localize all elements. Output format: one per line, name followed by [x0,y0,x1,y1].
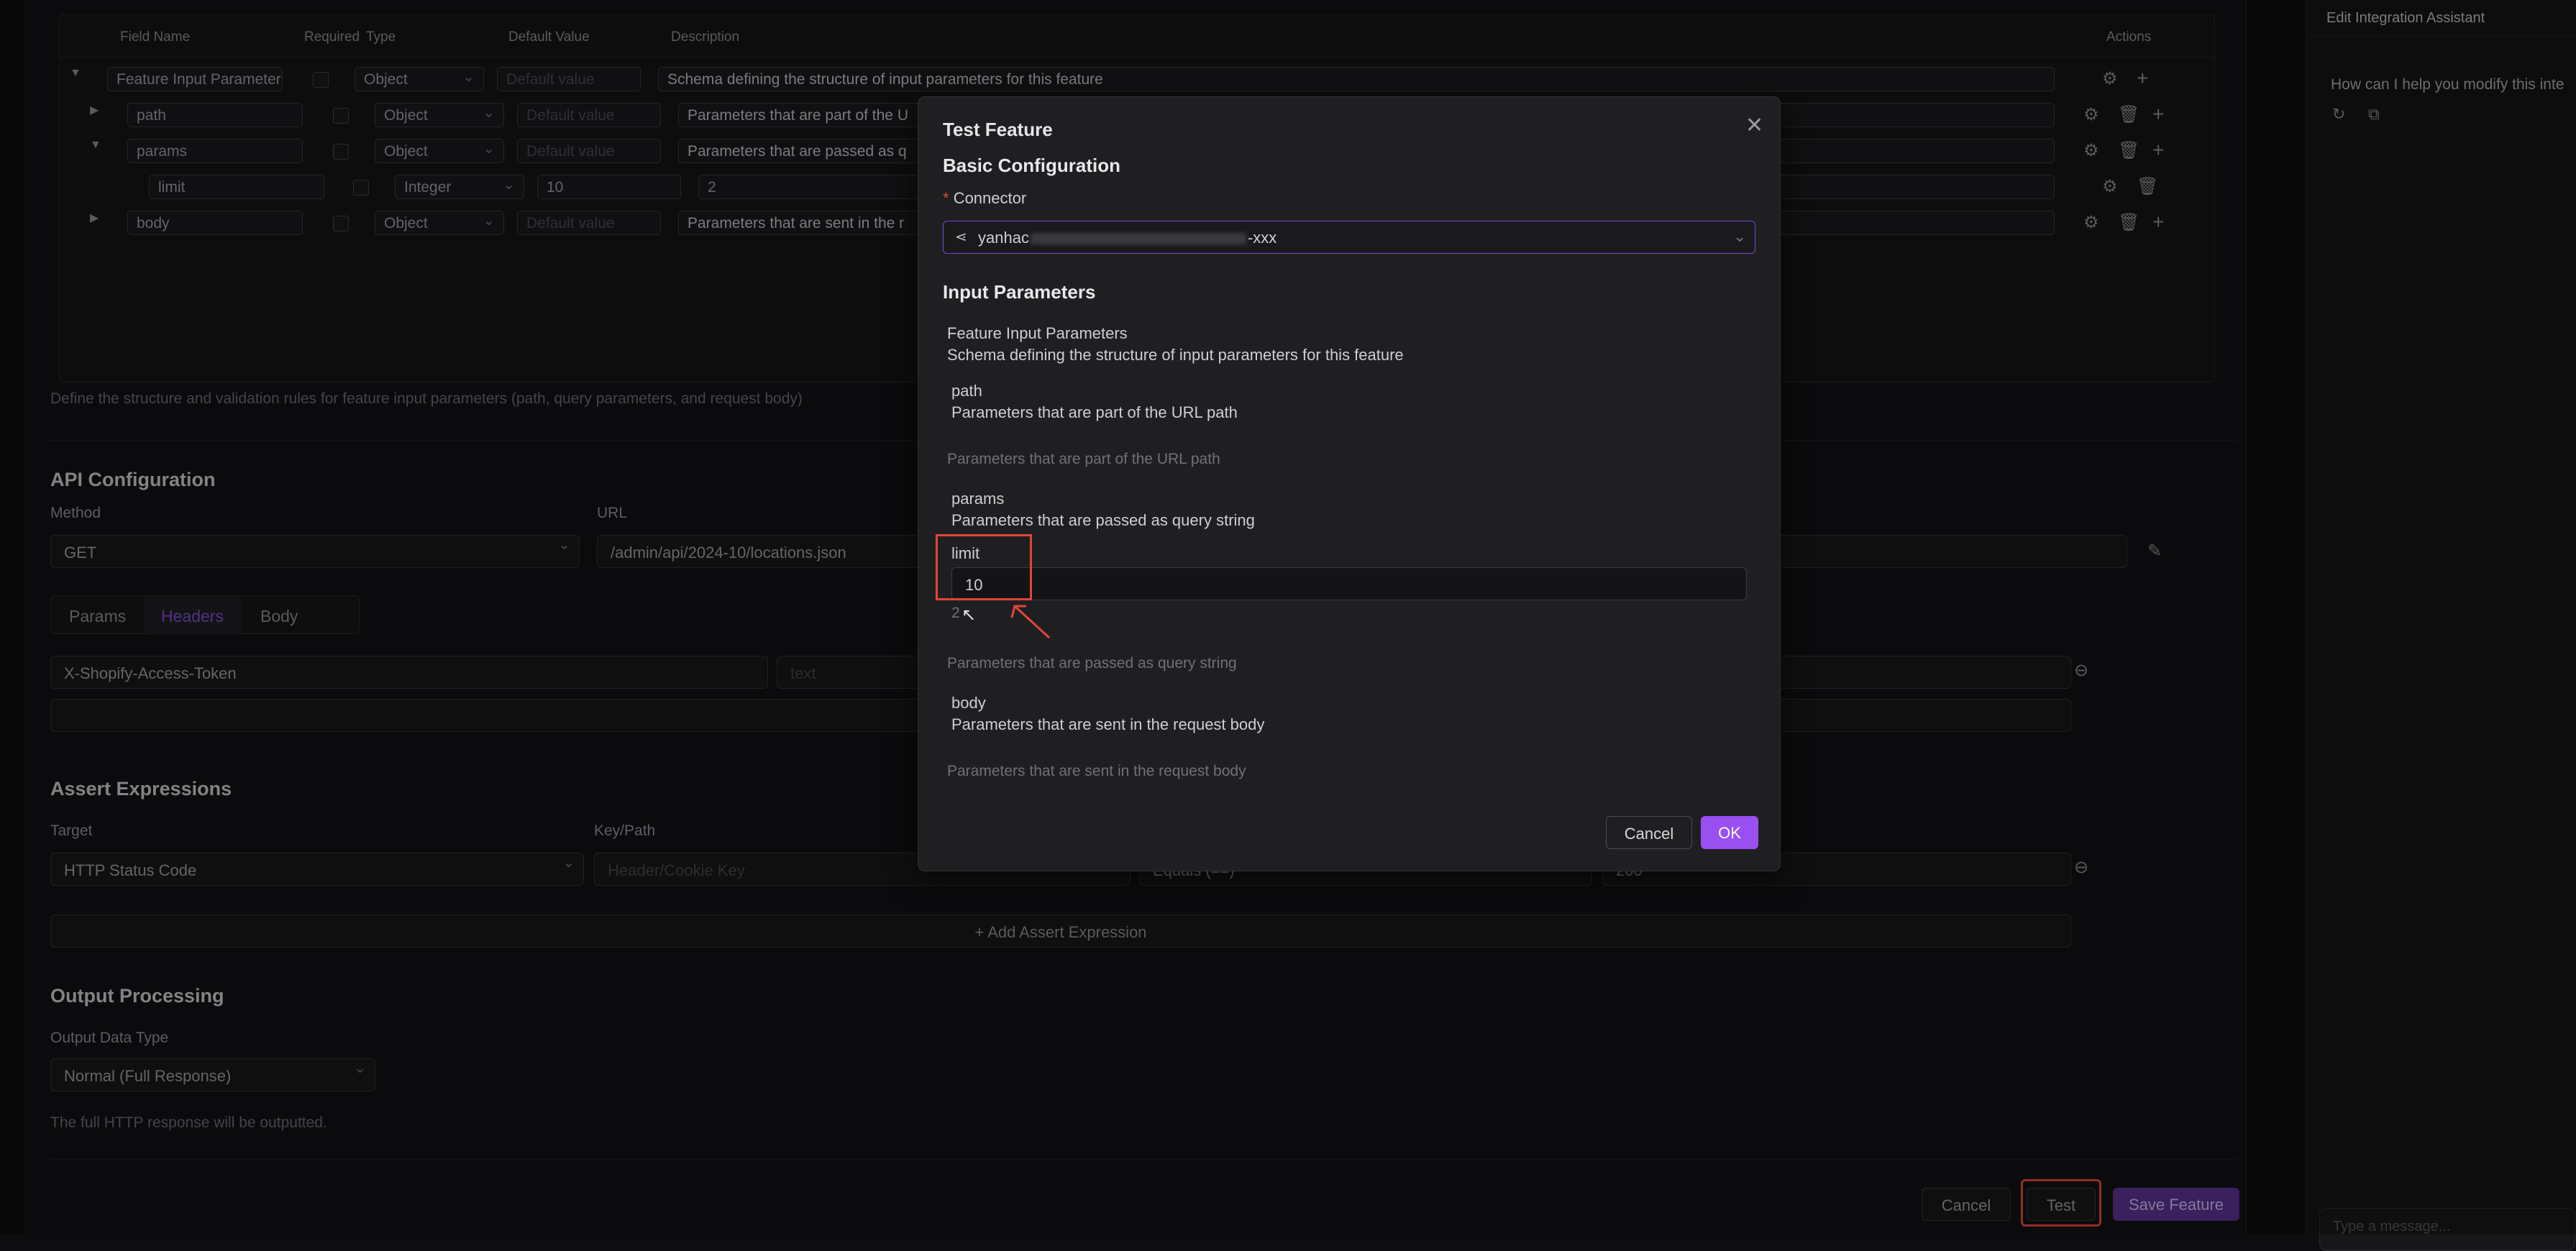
params-param-desc: Parameters that are passed as query stri… [951,511,1255,529]
chevron-down-icon: ⌄ [1733,227,1747,245]
share-icon: ⋖ [955,229,967,245]
modal-title: Test Feature [943,119,1053,140]
root-param-desc: Schema defining the structure of input p… [947,346,1404,364]
basic-config-title: Basic Configuration [943,155,1121,176]
test-feature-modal: Test Feature ✕ Basic Configuration * Con… [918,96,1781,871]
body-help-text: Parameters that are sent in the request … [947,763,1246,779]
path-param-name: path [951,382,982,400]
limit-highlight [936,534,1032,600]
body-param-name: body [951,694,986,712]
red-arrow-icon [1010,605,1051,639]
params-param-name: params [951,490,1005,508]
root-param-name: Feature Input Parameters [947,324,1128,342]
body-param-desc: Parameters that are sent in the request … [951,715,1265,733]
modal-cancel-button[interactable]: Cancel [1606,816,1692,849]
close-icon[interactable]: ✕ [1745,113,1763,138]
path-help-text: Parameters that are part of the URL path [947,451,1220,467]
connector-label: * Connector [943,189,1027,207]
limit-desc: 2 [951,605,960,621]
limit-input[interactable]: 10 [951,567,1747,600]
mouse-cursor-icon: ↖ [962,605,977,625]
connector-select[interactable]: ⋖ yanhac -xxx ⌄ [943,221,1755,254]
modal-ok-button[interactable]: OK [1701,816,1758,849]
input-params-title: Input Parameters [943,281,1096,303]
connector-value: yanhac -xxx [978,229,1277,247]
path-param-desc: Parameters that are part of the URL path [951,403,1238,421]
params-help-text: Parameters that are passed as query stri… [947,655,1237,672]
